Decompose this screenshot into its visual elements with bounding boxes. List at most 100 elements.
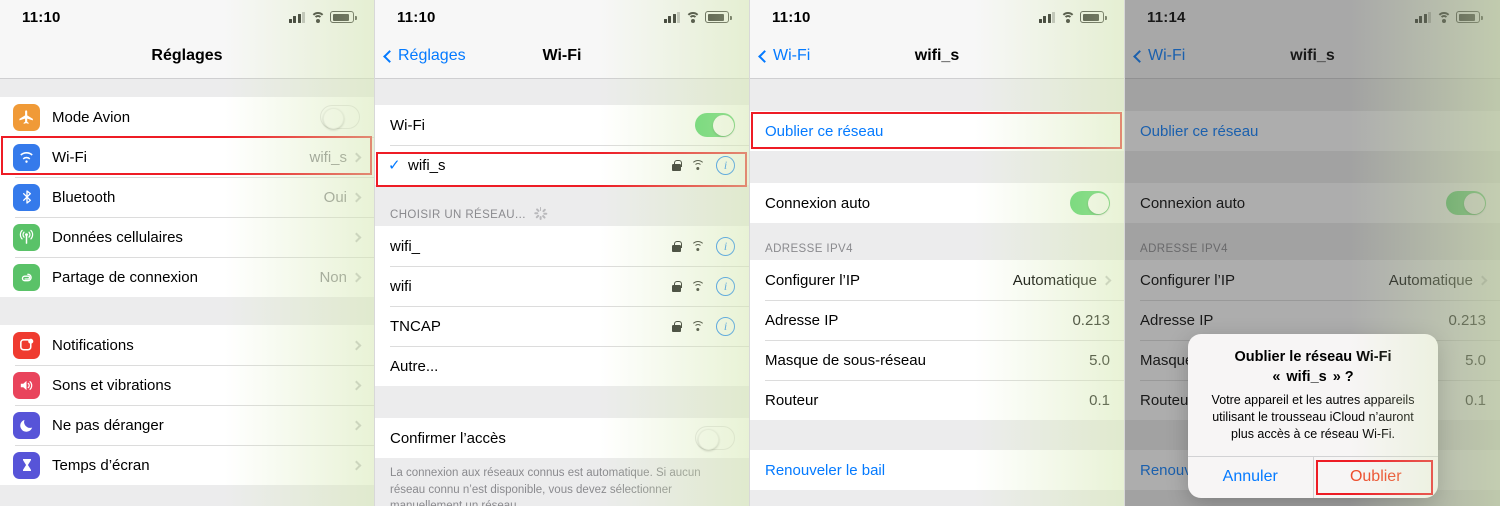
alert-actions: Annuler Oublier — [1188, 455, 1439, 498]
settings-row-label: Ne pas déranger — [52, 416, 164, 434]
network-row[interactable]: wifi_ i — [375, 226, 749, 266]
configure-ip-label: Configurer l’IP — [765, 271, 861, 289]
airplane-mode-toggle[interactable] — [320, 105, 360, 129]
chevron-right-icon — [1101, 275, 1112, 285]
wifi-status-icon — [685, 11, 700, 23]
renew-lease-row[interactable]: Renouveler le bail — [750, 450, 1124, 490]
alert-quote-close: » ? — [1332, 368, 1354, 385]
wifi-footnote: La connexion aux réseaux connus est auto… — [375, 458, 749, 506]
renew-lease-group: Renouveler le bail — [750, 450, 1124, 490]
cellular-signal-icon — [288, 11, 305, 23]
spacer — [750, 223, 1124, 243]
settings-row-label: Temps d’écran — [52, 456, 150, 474]
battery-icon — [705, 11, 732, 23]
back-button[interactable]: Wi-Fi — [750, 47, 810, 65]
cellular-signal-icon — [663, 11, 680, 23]
ask-to-join-group: Confirmer l’accès — [375, 418, 749, 458]
forget-network-row[interactable]: Oublier ce réseau — [750, 111, 1124, 151]
spacer — [750, 151, 1124, 183]
ask-to-join-toggle[interactable] — [695, 426, 735, 450]
info-icon[interactable]: i — [716, 316, 735, 336]
router-label: Routeur — [765, 391, 819, 409]
battery-icon — [1080, 11, 1107, 23]
status-clock: 11:10 — [22, 8, 61, 26]
highlight-box-confirm — [1315, 459, 1433, 495]
alert-cancel-button[interactable]: Annuler — [1188, 456, 1314, 498]
ask-to-join-label: Confirmer l’accès — [390, 429, 506, 447]
spacer — [375, 79, 749, 105]
back-button[interactable]: Réglages — [375, 47, 466, 65]
status-icons — [288, 11, 357, 23]
network-name: wifi — [390, 277, 412, 295]
chevron-right-icon — [351, 232, 362, 242]
alert-confirm-button[interactable]: Oublier — [1314, 457, 1439, 498]
settings-row-airplane[interactable]: Mode Avion — [0, 97, 374, 137]
back-button-label: Wi-Fi — [773, 47, 811, 64]
notifications-icon — [13, 331, 40, 359]
info-icon[interactable]: i — [716, 236, 735, 256]
info-icon[interactable]: i — [716, 155, 735, 175]
panel-settings: 11:10 Réglages Mode Avion Wi-Fi wifi_s B… — [0, 0, 375, 506]
back-button-label: Réglages — [398, 47, 466, 64]
status-icons — [1038, 11, 1107, 23]
nav-bar: Wi-Fi wifi_s — [750, 34, 1124, 79]
settings-row-label: Wi-Fi — [52, 148, 87, 166]
settings-row-hotspot[interactable]: Partage de connexion Non — [0, 257, 374, 297]
subnet-mask-row: Masque de sous-réseau 5.0 — [750, 340, 1124, 380]
settings-row-value: Non — [319, 268, 347, 286]
connected-network-name: wifi_s — [408, 156, 446, 174]
connected-network-row[interactable]: ✓ wifi_s i — [375, 145, 749, 185]
choose-network-header: CHOISIR UN RÉSEAU... — [375, 207, 749, 226]
spacer — [375, 386, 749, 418]
chevron-right-icon — [351, 152, 362, 162]
spacer — [375, 185, 749, 207]
chevron-left-icon — [383, 49, 396, 63]
configure-ip-row[interactable]: Configurer l’IP Automatique — [750, 260, 1124, 300]
choose-network-label: CHOISIR UN RÉSEAU... — [390, 209, 526, 221]
network-detail-content: Oublier ce réseau Connexion auto ADRESSE… — [750, 79, 1124, 506]
chevron-left-icon — [758, 49, 771, 63]
sounds-icon — [13, 371, 40, 399]
hotspot-icon — [13, 263, 40, 291]
panel-wifi-list: 11:10 Réglages Wi-Fi Wi-Fi ✓ wifi_s i CH… — [375, 0, 750, 506]
settings-row-screentime[interactable]: Temps d’écran — [0, 445, 374, 485]
network-row[interactable]: TNCAP i — [375, 306, 749, 346]
network-name: wifi_ — [390, 237, 421, 255]
settings-row-notifications[interactable]: Notifications — [0, 325, 374, 365]
settings-row-wifi[interactable]: Wi-Fi wifi_s — [0, 137, 374, 177]
wifi-signal-icon — [691, 321, 705, 331]
lock-icon — [672, 240, 682, 252]
info-icon[interactable]: i — [716, 276, 735, 296]
wifi-status-icon — [1060, 11, 1075, 23]
settings-row-label: Données cellulaires — [52, 228, 183, 246]
status-icons — [663, 11, 732, 23]
panel-network-detail: 11:10 Wi-Fi wifi_s Oublier ce réseau Con… — [750, 0, 1125, 506]
page-title: Réglages — [151, 47, 223, 64]
hourglass-icon — [13, 451, 40, 479]
wifi-toggle-row[interactable]: Wi-Fi — [375, 105, 749, 145]
loading-spinner-icon — [533, 207, 547, 220]
moon-icon — [13, 411, 40, 439]
settings-row-dnd[interactable]: Ne pas déranger — [0, 405, 374, 445]
wifi-signal-icon — [691, 241, 705, 251]
settings-row-sounds[interactable]: Sons et vibrations — [0, 365, 374, 405]
battery-icon — [330, 11, 357, 23]
nav-bar: Réglages — [0, 34, 374, 79]
other-network-row[interactable]: Autre... — [375, 346, 749, 386]
alert-message: Votre appareil et les autres appareils u… — [1211, 393, 1415, 441]
wifi-toggle-group: Wi-Fi ✓ wifi_s i — [375, 105, 749, 185]
network-row[interactable]: wifi i — [375, 266, 749, 306]
settings-row-bluetooth[interactable]: Bluetooth Oui — [0, 177, 374, 217]
settings-row-cellular[interactable]: Données cellulaires — [0, 217, 374, 257]
auto-join-toggle[interactable] — [1070, 191, 1110, 215]
settings-row-value: wifi_s — [309, 148, 347, 166]
ask-to-join-row[interactable]: Confirmer l’accès — [375, 418, 749, 458]
status-clock: 11:10 — [397, 8, 436, 26]
wifi-toggle[interactable] — [695, 113, 735, 137]
settings-group-system: Notifications Sons et vibrations Ne pas … — [0, 325, 374, 485]
auto-join-row[interactable]: Connexion auto — [750, 183, 1124, 223]
subnet-mask-value: 5.0 — [1089, 351, 1110, 369]
subnet-mask-label: Masque de sous-réseau — [765, 351, 926, 369]
wifi-signal-icon — [691, 160, 705, 170]
settings-group-connectivity: Mode Avion Wi-Fi wifi_s Bluetooth Oui Do… — [0, 97, 374, 297]
